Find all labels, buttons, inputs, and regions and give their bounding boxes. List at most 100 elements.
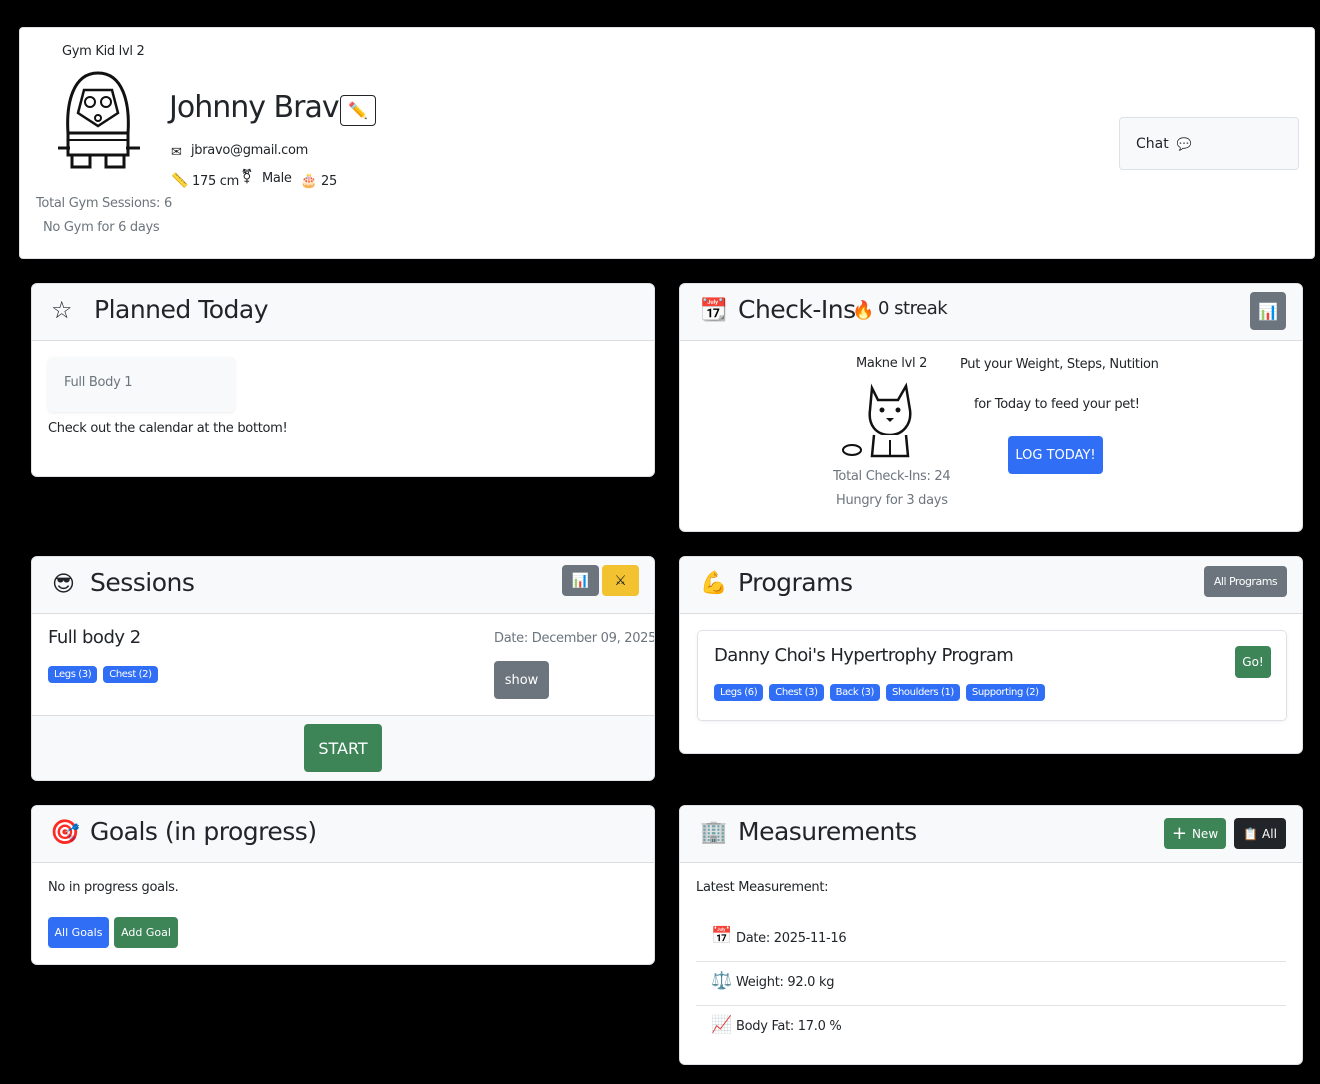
fire-icon: 🔥 xyxy=(852,300,875,321)
all-measurements-label: All xyxy=(1262,826,1277,841)
check-ins-header: 📆 Check-Ins 🔥 0 streak 📊 xyxy=(680,284,1302,341)
session-date: Date: December 09, 2025 xyxy=(494,631,655,646)
planned-today-header: ☆ Planned Today xyxy=(32,284,654,341)
session-show-label: show xyxy=(504,672,539,688)
total-gym-sessions: Total Gym Sessions: 6 xyxy=(36,196,172,211)
session-badges: Legs (3) Chest (2) xyxy=(48,662,164,683)
program-go-label: Go! xyxy=(1242,655,1264,669)
bar-chart-icon: 📊 xyxy=(1258,301,1278,321)
calendar-icon: 📆 xyxy=(700,298,728,323)
goals-title: Goals (in progress) xyxy=(90,817,317,846)
profile-card: Gym Kid lvl 2 Total Gym Sessions: 6 No G… xyxy=(19,27,1315,259)
gender-icon: ⚧ xyxy=(241,169,253,185)
sunglasses-icon: 😎 xyxy=(52,572,75,597)
scale-icon: ⚖️ xyxy=(711,971,733,991)
calendar-icon: 📅 xyxy=(711,926,733,946)
sessions-title: Sessions xyxy=(90,568,195,597)
check-ins-chart-button[interactable]: 📊 xyxy=(1250,292,1286,330)
session-show-button[interactable]: show xyxy=(494,661,549,699)
program-badge: Supporting (2) xyxy=(965,684,1045,701)
total-check-ins: Total Check-Ins: 24 xyxy=(833,469,951,484)
start-session-button[interactable]: START xyxy=(304,724,382,772)
session-badge: Chest (2) xyxy=(103,666,158,683)
measurement-weight: Weight: 92.0 kg xyxy=(736,975,835,990)
all-goals-label: All Goals xyxy=(54,926,103,939)
all-goals-button[interactable]: All Goals xyxy=(48,917,109,948)
sessions-header: 😎 Sessions 📊 ⚔ xyxy=(32,557,654,614)
log-today-button[interactable]: LOG TODAY! xyxy=(1008,436,1103,474)
clipboard-icon: 📋 xyxy=(1243,826,1259,841)
check-ins-title: Check-Ins xyxy=(738,295,856,324)
chat-label: Chat xyxy=(1136,135,1169,152)
bar-chart-icon: 📊 xyxy=(571,572,590,589)
measurement-date: Date: 2025-11-16 xyxy=(736,931,847,946)
sessions-card: 😎 Sessions 📊 ⚔ Full body 2 Date: Decembe… xyxy=(31,556,655,781)
program-name: Danny Choi's Hypertrophy Program xyxy=(714,645,1014,666)
streak-count: 0 streak xyxy=(878,298,948,319)
target-icon: 🎯 xyxy=(50,818,80,846)
measurement-row: ⚖️ Weight: 92.0 kg xyxy=(696,962,1286,1006)
edit-profile-button[interactable]: ✏️ xyxy=(340,95,376,126)
all-programs-label: All Programs xyxy=(1213,575,1278,588)
programs-title: Programs xyxy=(738,568,853,597)
profile-gender: Male xyxy=(262,171,292,186)
pet-level: Makne lvl 2 xyxy=(856,356,928,371)
profile-height: 175 cm xyxy=(192,174,239,189)
no-gym-days: No Gym for 6 days xyxy=(43,220,160,235)
measurements-header: 🏢 Measurements + New 📋 All xyxy=(680,806,1302,863)
pencil-icon: ✏️ xyxy=(348,101,368,120)
gym-kid-avatar-icon xyxy=(58,71,140,169)
pet-hungry: Hungry for 3 days xyxy=(836,493,948,508)
session-name: Full body 2 xyxy=(48,627,141,648)
program-badges: Legs (6) Chest (3) Back (3) Shoulders (1) Su… xyxy=(714,680,1051,701)
sessions-chart-button[interactable]: 📊 xyxy=(562,565,599,596)
planned-item-name: Full Body 1 xyxy=(64,375,133,390)
check-in-prompt-line1: Put your Weight, Steps, Nutition xyxy=(960,357,1159,372)
ruler-icon: 📏 xyxy=(171,173,189,189)
check-ins-card: 📆 Check-Ins 🔥 0 streak 📊 Makne lvl 2 Tot… xyxy=(679,283,1303,532)
program-item: Danny Choi's Hypertrophy Program Go! Leg… xyxy=(697,630,1287,721)
all-programs-button[interactable]: All Programs xyxy=(1204,566,1287,597)
planned-note: Check out the calendar at the bottom! xyxy=(48,421,288,436)
profile-name: Johnny Bravo xyxy=(169,90,357,125)
program-go-button[interactable]: Go! xyxy=(1235,646,1271,678)
crossed-swords-icon: ⚔ xyxy=(614,572,627,589)
log-today-label: LOG TODAY! xyxy=(1015,447,1096,463)
profile-email: jbravo@gmail.com xyxy=(191,143,309,158)
chat-button[interactable]: Chat 💬 xyxy=(1119,117,1299,170)
chat-bubble-icon: 💬 xyxy=(1176,136,1192,151)
cake-icon: 🎂 xyxy=(300,173,318,189)
flexed-arm-icon: 💪 xyxy=(700,571,728,596)
add-goal-button[interactable]: Add Goal xyxy=(114,917,178,948)
program-badge: Back (3) xyxy=(829,684,881,701)
goals-header: 🎯 Goals (in progress) xyxy=(32,806,654,863)
profile-age: 25 xyxy=(321,174,337,189)
measurement-row: 📈 Body Fat: 17.0 % xyxy=(696,1006,1286,1050)
email-icon: ✉ xyxy=(171,145,182,160)
programs-card: 💪 Programs All Programs Danny Choi's Hyp… xyxy=(679,556,1303,754)
goals-empty-message: No in progress goals. xyxy=(48,880,179,895)
plus-icon: + xyxy=(1171,823,1187,844)
trend-chart-icon: 📈 xyxy=(711,1015,733,1035)
program-badge: Shoulders (1) xyxy=(886,684,960,701)
programs-header: 💪 Programs All Programs xyxy=(680,557,1302,614)
check-in-prompt-line2: for Today to feed your pet! xyxy=(974,397,1140,412)
sessions-tools-button[interactable]: ⚔ xyxy=(602,565,639,596)
measurements-card: 🏢 Measurements + New 📋 All Latest Measur… xyxy=(679,805,1303,1065)
building-chart-icon: 🏢 xyxy=(700,820,728,845)
new-measurement-button[interactable]: + New xyxy=(1164,818,1226,849)
measurements-title: Measurements xyxy=(738,817,917,846)
planned-today-card: ☆ Planned Today Full Body 1 Check out th… xyxy=(31,283,655,477)
new-measurement-label: New xyxy=(1191,826,1219,841)
program-badge: Legs (6) xyxy=(714,684,764,701)
goals-card: 🎯 Goals (in progress) No in progress goa… xyxy=(31,805,655,965)
planned-item[interactable]: Full Body 1 xyxy=(48,357,235,412)
profile-level: Gym Kid lvl 2 xyxy=(62,44,145,59)
start-label: START xyxy=(318,738,368,758)
star-icon: ☆ xyxy=(51,296,73,324)
add-goal-label: Add Goal xyxy=(121,926,171,939)
program-badge: Chest (3) xyxy=(769,684,824,701)
latest-measurement-label: Latest Measurement: xyxy=(696,880,829,895)
measurement-row: 📅 Date: 2025-11-16 xyxy=(696,918,1286,962)
all-measurements-button[interactable]: 📋 All xyxy=(1234,818,1286,849)
